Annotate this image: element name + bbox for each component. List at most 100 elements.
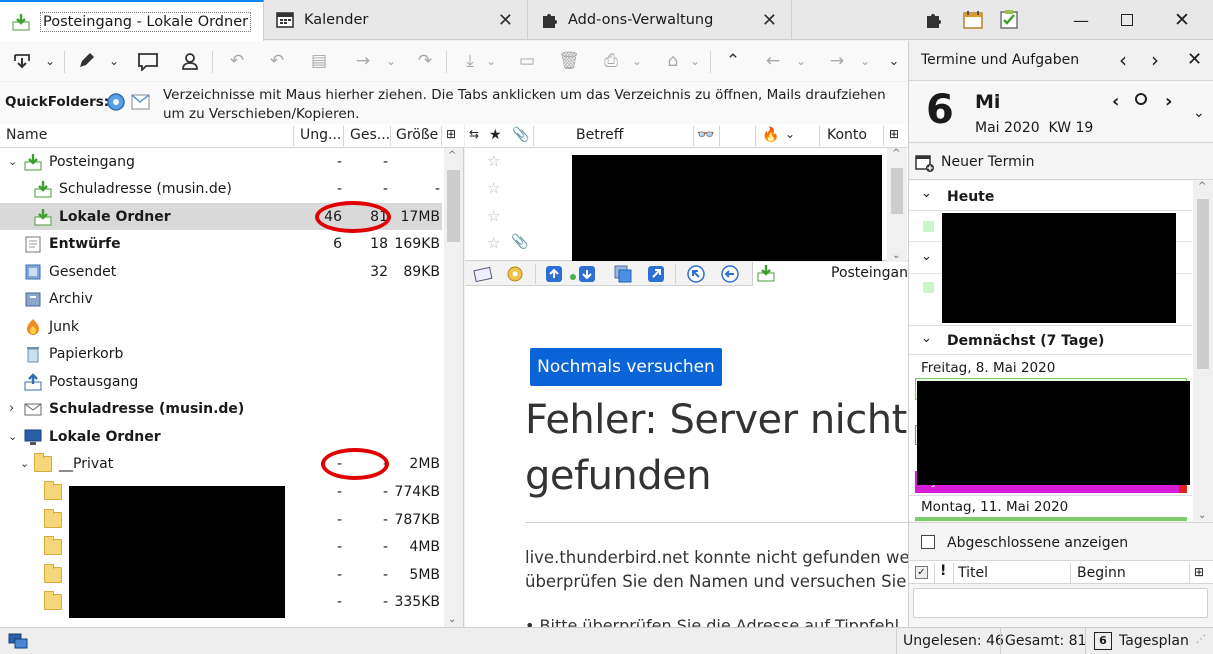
chevron-down-icon[interactable]: ⌄ bbox=[40, 49, 60, 73]
online-status-icon[interactable] bbox=[8, 633, 28, 649]
thread-scrollbar[interactable]: ^ ⌄ bbox=[887, 148, 907, 261]
agenda-section-upcoming[interactable]: ⌄ Demnächst (7 Tage) bbox=[909, 325, 1192, 355]
column-total[interactable]: Ges... bbox=[350, 127, 390, 143]
back-button[interactable]: ← bbox=[762, 49, 784, 73]
write-button[interactable] bbox=[74, 49, 98, 73]
gear-icon[interactable] bbox=[505, 264, 525, 284]
column-picker-icon[interactable]: ⊞ bbox=[889, 127, 899, 141]
task-column-title[interactable]: Titel bbox=[958, 565, 988, 581]
chevron-right-icon[interactable]: › bbox=[9, 401, 14, 416]
move-down-icon[interactable] bbox=[569, 265, 597, 283]
star-icon[interactable]: ☆ bbox=[487, 179, 500, 197]
chevron-down-icon[interactable]: ⌄ bbox=[382, 49, 400, 73]
quickfolders-mail-icon[interactable] bbox=[130, 91, 152, 113]
task-check-column-icon[interactable]: ✓ bbox=[915, 566, 928, 579]
priority-column-icon[interactable]: ! bbox=[940, 563, 946, 579]
arrow-left-icon[interactable] bbox=[721, 265, 739, 283]
column-unread[interactable]: Ung... bbox=[300, 127, 341, 143]
chevron-down-icon[interactable]: ⌄ bbox=[792, 49, 810, 73]
column-size[interactable]: Größe bbox=[396, 127, 438, 143]
star-icon[interactable]: ☆ bbox=[487, 234, 500, 252]
quick-task-input[interactable] bbox=[913, 588, 1208, 618]
get-messages-button[interactable] bbox=[10, 49, 34, 73]
agenda-section-today[interactable]: ⌄ Heute bbox=[909, 181, 1192, 211]
chevron-left-icon[interactable]: ‹ bbox=[1112, 91, 1119, 112]
chevron-down-icon[interactable]: ⌄ bbox=[8, 155, 17, 168]
day-view-icon[interactable]: 6 bbox=[1094, 632, 1112, 650]
chevron-down-icon[interactable]: ⌄ bbox=[628, 49, 646, 73]
column-picker-icon[interactable]: ⊞ bbox=[1194, 565, 1204, 579]
maximize-button[interactable] bbox=[1115, 8, 1139, 32]
external-icon[interactable] bbox=[647, 265, 665, 283]
window-close-button[interactable]: ✕ bbox=[1170, 8, 1194, 32]
chevron-down-icon[interactable]: ⌄ bbox=[884, 49, 904, 73]
scrollbar-thumb[interactable] bbox=[891, 168, 903, 214]
mail-icon[interactable] bbox=[473, 265, 493, 283]
star-icon[interactable]: ☆ bbox=[487, 207, 500, 225]
chevron-right-icon[interactable]: › bbox=[1151, 48, 1159, 72]
calendar-icon[interactable] bbox=[962, 9, 984, 29]
close-icon[interactable]: ✕ bbox=[498, 10, 513, 31]
forward-nav-button[interactable]: → bbox=[826, 49, 848, 73]
column-subject[interactable]: Betreff bbox=[576, 127, 623, 143]
folder-row-outbox[interactable]: Postausgang bbox=[0, 368, 442, 395]
folder-row-junk[interactable]: Junk bbox=[0, 313, 442, 340]
tab-addons[interactable]: Add-ons-Verwaltung ✕ bbox=[528, 0, 792, 40]
chevron-right-icon[interactable]: › bbox=[1165, 91, 1172, 112]
folder-row-schuladresse-inbox[interactable]: Schuladresse (musin.de) - - - bbox=[0, 175, 442, 202]
folder-scrollbar[interactable]: ^ ⌄ bbox=[444, 148, 463, 627]
scrollbar-thumb[interactable] bbox=[1197, 199, 1209, 369]
chat-button[interactable] bbox=[136, 49, 160, 73]
download-icon[interactable]: ⤓ bbox=[458, 49, 482, 73]
close-icon[interactable]: ✕ bbox=[762, 10, 777, 31]
address-book-button[interactable] bbox=[178, 49, 202, 73]
folder-row-trash[interactable]: Papierkorb bbox=[0, 340, 442, 367]
show-completed-checkbox[interactable] bbox=[921, 535, 935, 549]
forward-button[interactable]: → bbox=[352, 49, 374, 73]
chevron-down-icon[interactable]: ⌄ bbox=[921, 249, 932, 264]
chevron-down-icon[interactable]: ⌄ bbox=[8, 430, 17, 443]
tasks-icon[interactable] bbox=[998, 8, 1020, 30]
show-completed-row[interactable]: Abgeschlossene anzeigen bbox=[909, 522, 1213, 560]
chevron-down-icon[interactable]: ⌄ bbox=[921, 331, 932, 346]
thread-toggle-icon[interactable]: ⇆ bbox=[469, 127, 479, 141]
star-column-icon[interactable]: ★ bbox=[489, 127, 502, 143]
print-button[interactable]: ⎙ bbox=[600, 49, 622, 73]
column-picker-icon[interactable]: ⊞ bbox=[446, 127, 456, 141]
copy-icon[interactable] bbox=[613, 265, 633, 283]
arrow-up-icon[interactable] bbox=[545, 265, 563, 283]
reply-all-button[interactable]: ↶ bbox=[266, 49, 288, 73]
attachment-column-icon[interactable]: 📎 bbox=[512, 127, 529, 143]
status-view[interactable]: Tagesplan bbox=[1119, 633, 1189, 649]
quickfolder-tab[interactable]: Posteingang bbox=[752, 262, 917, 286]
tab-inbox[interactable]: Posteingang - Lokale Ordner bbox=[0, 0, 264, 41]
today-circle-icon[interactable] bbox=[1135, 93, 1147, 105]
archive-button[interactable]: ▭ bbox=[516, 49, 538, 73]
scrollbar-thumb[interactable] bbox=[447, 170, 460, 242]
column-name[interactable]: Name bbox=[6, 127, 47, 143]
close-icon[interactable]: ✕ bbox=[1187, 49, 1202, 70]
folder-row-drafts[interactable]: Entwürfe 6 18 169KB bbox=[0, 230, 442, 257]
chevron-down-icon[interactable]: ⌄ bbox=[686, 49, 704, 73]
read-column-icon[interactable]: 👓 bbox=[697, 127, 714, 143]
chevron-down-icon[interactable]: ⌄ bbox=[1193, 105, 1205, 121]
reply-button[interactable]: ↶ bbox=[226, 49, 248, 73]
chevron-down-icon[interactable]: ⌄ bbox=[104, 49, 124, 73]
chevron-left-icon[interactable]: ‹ bbox=[1119, 48, 1127, 72]
column-account[interactable]: Konto bbox=[827, 127, 867, 143]
chevron-down-icon[interactable]: ⌄ bbox=[20, 457, 29, 470]
previous-unread-button[interactable]: ⌃ bbox=[722, 49, 744, 73]
chevron-down-icon[interactable]: ⌄ bbox=[482, 49, 500, 73]
folder-row-inbox[interactable]: ⌄ Posteingang - - bbox=[0, 148, 442, 175]
chevron-down-icon[interactable]: ⌄ bbox=[856, 49, 874, 73]
account-row-schuladresse[interactable]: › Schuladresse (musin.de) bbox=[0, 395, 442, 422]
chevron-down-icon[interactable]: ⌄ bbox=[921, 186, 932, 201]
folder-row-sent[interactable]: Gesendet 32 89KB bbox=[0, 258, 442, 285]
agenda-scrollbar[interactable]: ^ ⌄ bbox=[1193, 181, 1213, 521]
addons-icon[interactable] bbox=[924, 10, 944, 30]
star-icon[interactable]: ☆ bbox=[487, 152, 500, 170]
task-column-start[interactable]: Beginn bbox=[1077, 565, 1126, 581]
delete-button[interactable]: 🗑 bbox=[558, 49, 580, 73]
compose-draft-button[interactable]: ▤ bbox=[308, 49, 330, 73]
tab-calendar[interactable]: Kalender ✕ bbox=[264, 0, 528, 40]
